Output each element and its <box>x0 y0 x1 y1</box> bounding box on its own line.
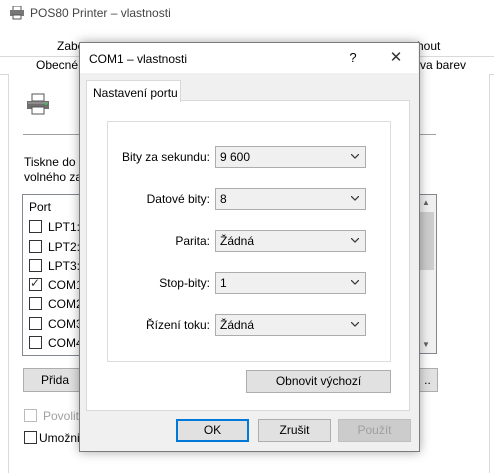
port-description: Tiskne do n volného za <box>24 155 86 185</box>
tab-port-settings-label: Nastavení portu <box>93 86 178 100</box>
background-window-title: POS80 Printer – vlastnosti <box>30 6 171 20</box>
parity-label: Parita: <box>175 234 210 248</box>
chevron-down-icon <box>351 196 359 201</box>
port-label: COM2 <box>48 297 83 311</box>
stop-bits-select[interactable]: 1 <box>215 272 366 294</box>
dialog-title: COM1 – vlastnosti <box>89 52 188 66</box>
cancel-button-label: Zrušit <box>279 423 310 437</box>
data-bits-value: 8 <box>220 192 227 206</box>
restore-defaults-button[interactable]: Obnovit výchozí <box>246 370 391 393</box>
chevron-down-icon <box>351 280 359 285</box>
checkbox[interactable] <box>24 431 37 444</box>
checkmark-icon: ✓ <box>30 276 41 290</box>
baud-rate-select[interactable]: 9 600 <box>215 146 366 168</box>
restore-defaults-label: Obnovit výchozí <box>275 374 362 388</box>
tab-color-management[interactable]: va barev <box>420 57 466 74</box>
port-item-lpt1[interactable]: LPT1: <box>29 220 80 236</box>
data-bits-select[interactable]: 8 <box>215 188 366 210</box>
port-checkbox[interactable] <box>29 220 42 233</box>
port-checkbox[interactable] <box>29 317 42 330</box>
enable-pooling-checkbox[interactable]: Umožni <box>24 431 80 445</box>
chevron-down-icon <box>351 322 359 327</box>
port-checkbox[interactable] <box>29 240 42 253</box>
apply-button[interactable]: Použít <box>338 419 411 442</box>
scroll-up-icon[interactable]: ▲ <box>422 198 430 207</box>
data-bits-label: Datové bity: <box>146 192 210 206</box>
separator-line <box>23 134 81 135</box>
add-port-button-label: Přida <box>40 373 69 387</box>
port-item-com4[interactable]: COM4 <box>29 336 83 352</box>
port-item-com3[interactable]: COM3 <box>29 317 83 333</box>
port-label: COM4 <box>48 336 83 350</box>
flow-control-select[interactable]: Žádná <box>215 314 366 336</box>
port-label: LPT1: <box>48 220 81 234</box>
port-item-lpt3[interactable]: LPT3: <box>29 259 80 275</box>
stop-bits-value: 1 <box>220 276 227 290</box>
port-list-header[interactable]: Port <box>29 200 51 214</box>
checkbox-disabled[interactable] <box>24 409 37 422</box>
cancel-button[interactable]: Zrušit <box>258 419 331 442</box>
configure-port-button[interactable]: .. <box>417 368 438 392</box>
parity-select[interactable]: Žádná <box>215 230 366 252</box>
printer-title-icon <box>9 5 25 20</box>
tab-general[interactable]: Obecné <box>36 57 78 74</box>
flow-control-label: Řízení toku: <box>145 318 210 332</box>
stop-bits-label: Stop-bity: <box>159 276 210 290</box>
tab-advanced[interactable]: hout <box>417 38 440 55</box>
port-checkbox[interactable] <box>29 336 42 349</box>
port-label: LPT3: <box>48 259 81 273</box>
configure-port-button-label: .. <box>424 373 431 387</box>
parity-value: Žádná <box>220 234 255 248</box>
chevron-down-icon <box>351 154 359 159</box>
separator-line-right <box>418 134 436 135</box>
ok-button[interactable]: OK <box>176 419 249 442</box>
scrollbar-thumb[interactable] <box>420 212 434 270</box>
port-description-line1: Tiskne do n <box>24 155 86 169</box>
port-checkbox[interactable] <box>29 297 42 310</box>
baud-rate-value: 9 600 <box>220 150 251 164</box>
printer-icon <box>25 92 51 116</box>
scroll-down-icon[interactable]: ▼ <box>422 340 430 349</box>
port-checkbox-checked[interactable]: ✓ <box>29 276 42 291</box>
port-description-line2: volného za <box>24 170 83 184</box>
enable-bidirectional-checkbox[interactable]: Povolit <box>24 409 79 423</box>
flow-control-value: Žádná <box>220 318 255 332</box>
help-icon[interactable]: ? <box>346 50 360 65</box>
close-icon[interactable]: ✕ <box>382 45 410 71</box>
add-port-button[interactable]: Přida <box>23 368 87 392</box>
port-item-com2[interactable]: COM2 <box>29 297 83 313</box>
port-label: COM1 <box>48 278 83 292</box>
port-label: COM3 <box>48 317 83 331</box>
ok-button-label: OK <box>203 423 222 437</box>
enable-bidirectional-label: Povolit <box>43 409 80 423</box>
port-checkbox[interactable] <box>29 259 42 272</box>
port-item-com1[interactable]: ✓ COM1 <box>29 276 83 294</box>
apply-button-label: Použít <box>357 423 392 437</box>
baud-rate-label: Bity za sekundu: <box>121 150 210 164</box>
port-label: LPT2: <box>48 240 81 254</box>
port-item-lpt2[interactable]: LPT2: <box>29 240 80 256</box>
enable-pooling-label: Umožni <box>39 431 80 445</box>
chevron-down-icon <box>351 238 359 243</box>
